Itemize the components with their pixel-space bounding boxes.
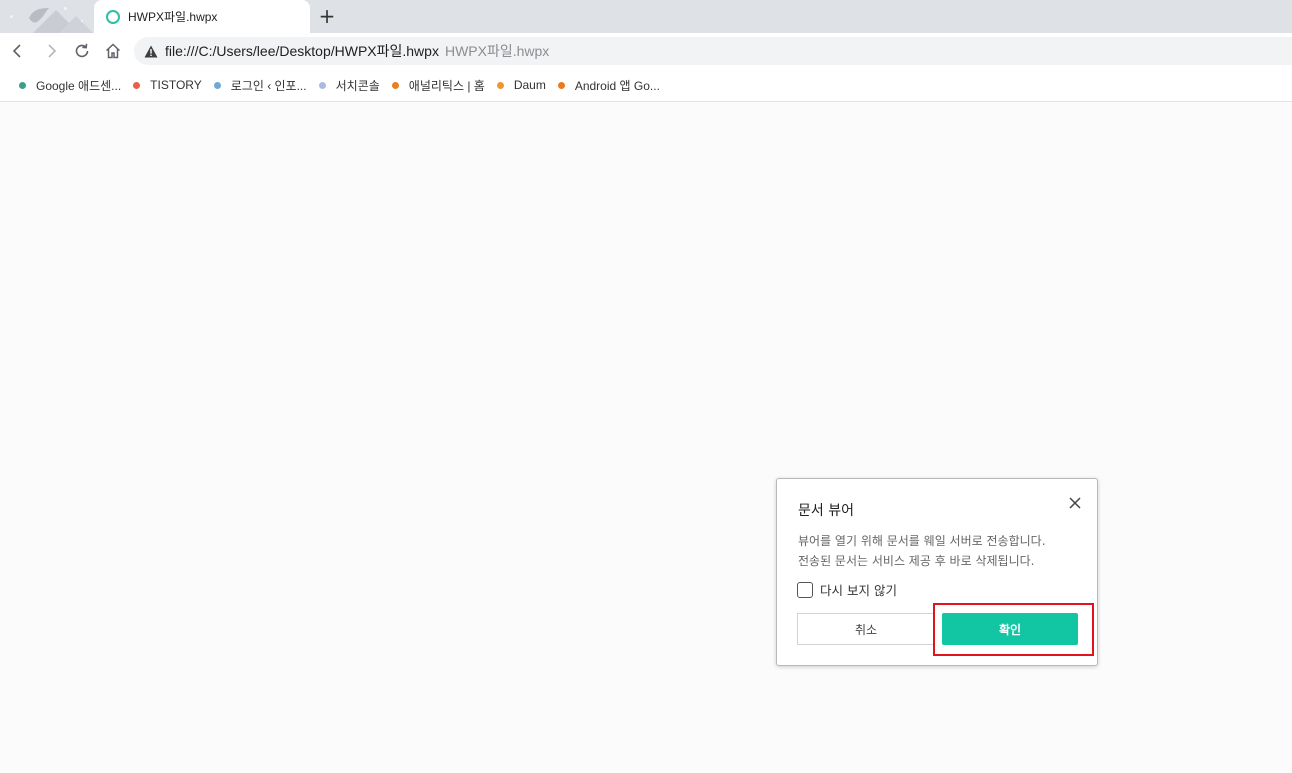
highlight-box [933,603,1094,656]
bookmark-label: Android 앱 Go... [574,78,660,93]
url-text: file:///C:/Users/lee/Desktop/HWPX파일.hwpx [165,43,439,59]
bird-icon [29,8,49,23]
reload-button[interactable] [70,39,94,63]
toolbar: file:///C:/Users/lee/Desktop/HWPX파일.hwpx… [0,33,1292,69]
bookmarks-bar: Google 애드센... TISTORY 로그인 ‹ 인포... 서치콘솔 애… [0,69,1292,102]
bookmark-daum[interactable]: Daum [496,69,546,102]
new-tab-button[interactable]: + [315,4,339,28]
tab-active[interactable]: HWPX파일.hwpx [94,0,310,33]
address-bar[interactable]: file:///C:/Users/lee/Desktop/HWPX파일.hwpx… [134,37,1292,65]
back-button[interactable] [6,39,30,63]
bookmark-analytics[interactable]: 애널리틱스 | 홈 [391,69,485,102]
bookmark-dot-icon [318,81,326,89]
tab-title: HWPX파일.hwpx [128,10,218,24]
bookmark-label: Daum [513,78,546,92]
close-icon [1069,497,1081,509]
bookmark-dot-icon [391,81,399,89]
warning-icon [144,45,158,58]
bookmark-dot-icon [213,81,221,89]
dont-show-again-row[interactable]: 다시 보지 않기 [797,580,897,599]
reload-icon [75,43,89,58]
dialog-message: 뷰어를 열기 위해 문서를 웨일 서버로 전송합니다. 전송된 문서는 서비스 … [798,531,1088,571]
bookmark-dot-icon [496,81,504,89]
bookmark-search-console[interactable]: 서치콘솔 [318,69,380,102]
dialog-message-line: 전송된 문서는 서비스 제공 후 바로 삭제됩니다. [798,554,1035,568]
bookmark-label: 로그인 ‹ 인포... [230,78,307,93]
chevron-right-icon [48,44,57,58]
whale-favicon-icon [106,9,120,24]
bookmark-dot-icon [557,81,565,89]
home-button[interactable] [101,39,125,63]
bookmark-login[interactable]: 로그인 ‹ 인포... [213,69,307,102]
bookmark-dot-icon [133,81,141,89]
forward-button[interactable] [39,39,63,63]
plus-icon: + [318,4,336,28]
bookmark-label: TISTORY [150,78,202,92]
cancel-button[interactable]: 취소 [797,613,935,645]
bookmark-label: Google 애드센... [36,78,122,93]
dont-show-again-label: 다시 보지 않기 [820,583,897,598]
dialog-message-line: 뷰어를 열기 위해 문서를 웨일 서버로 전송합니다. [798,534,1046,548]
bookmark-label: 애널리틱스 | 홈 [408,78,485,93]
tab-strip: HWPX파일.hwpx + [0,0,1292,33]
bookmark-tistory[interactable]: TISTORY [133,69,202,102]
url-page-title: HWPX파일.hwpx [444,43,550,59]
theme-decoration [0,0,94,33]
dont-show-again-checkbox[interactable] [797,581,813,598]
page-content [0,103,1292,773]
dialog-close-button[interactable] [1065,493,1085,513]
home-icon [105,43,121,59]
bookmark-dot-icon [19,81,26,89]
bookmark-android-app[interactable]: Android 앱 Go... [557,69,660,102]
bookmark-label: 서치콘솔 [335,78,380,93]
dialog-title: 문서 뷰어 [798,503,854,519]
chevron-left-icon [12,44,21,58]
bookmark-google-adsense[interactable]: Google 애드센... [19,69,121,102]
